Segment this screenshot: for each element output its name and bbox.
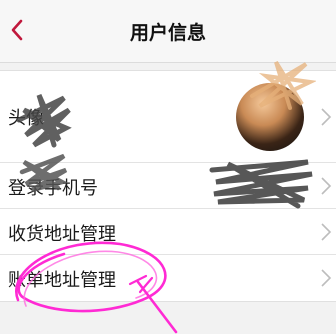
billing-address-row[interactable]: 账单地址管理 [0,255,336,301]
billing-address-label: 账单地址管理 [8,270,116,291]
chevron-right-icon [321,269,332,287]
avatar [236,83,304,151]
chevron-right-icon [321,177,332,195]
phone-label: 登录手机号 [8,178,98,199]
chevron-right-icon [321,108,332,126]
avatar-row[interactable]: 头像 [0,71,336,163]
shipping-address-label: 收货地址管理 [8,224,116,245]
nav-bar: 用户信息 [0,0,336,63]
page-title: 用户信息 [129,22,206,44]
user-info-list: 头像 登录手机号 收货地址管理 账单地址管理 [0,70,336,302]
avatar-label: 头像 [8,108,44,129]
shipping-address-row[interactable]: 收货地址管理 [0,209,336,255]
chevron-right-icon [321,223,332,241]
phone-row[interactable]: 登录手机号 [0,163,336,209]
